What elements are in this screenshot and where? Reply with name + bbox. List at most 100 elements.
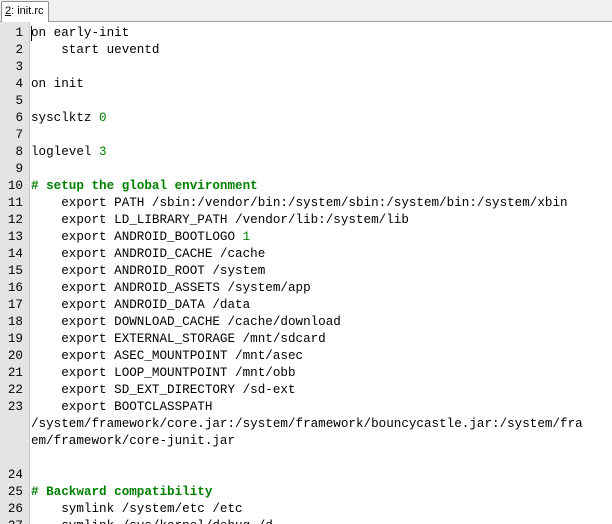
code-line[interactable]: 21 export LOOP_MOUNTPOINT /mnt/obb (0, 365, 612, 382)
code-line[interactable]: 16 export ANDROID_ASSETS /system/app (0, 280, 612, 297)
line-number: 14 (7, 247, 23, 261)
code-line[interactable]: 15 export ANDROID_ROOT /system (0, 263, 612, 280)
code-editor[interactable]: 1 on early-init 2 start ueventd 3 4 on init 5 6… (0, 22, 612, 524)
code-token: export ANDROID_ROOT /system (31, 264, 266, 278)
code-line[interactable]: 23 export BOOTCLASSPATH (0, 399, 612, 416)
line-number: 24 (7, 468, 23, 482)
line-number: 26 (7, 502, 23, 516)
code-token: export ANDROID_DATA /data (31, 298, 251, 312)
line-number: 7 (15, 128, 23, 142)
code-token: loglevel (31, 145, 100, 159)
code-line[interactable]: 4 on init (0, 76, 612, 93)
code-line[interactable]: em/framework/core-junit.jar (0, 433, 612, 450)
tab-label: : init.rc (11, 5, 44, 17)
code-text: export LOOP_MOUNTPOINT /mnt/obb (31, 365, 296, 382)
tab-bar: 2: init.rc (0, 0, 612, 22)
line-number: 22 (7, 383, 23, 397)
code-token: export DOWNLOAD_CACHE /cache/download (31, 315, 341, 329)
code-text: export BOOTCLASSPATH (31, 399, 212, 416)
line-number: 19 (7, 332, 23, 346)
line-number: 10 (7, 179, 23, 193)
line-number: 11 (7, 196, 23, 210)
code-number: 3 (99, 145, 107, 159)
line-number: 1 (15, 26, 23, 40)
code-line[interactable]: 8 loglevel 3 (0, 144, 612, 161)
code-text: export LD_LIBRARY_PATH /vendor/lib:/syst… (31, 212, 409, 229)
line-number: 8 (15, 145, 23, 159)
code-line[interactable]: 7 (0, 127, 612, 144)
line-number: 16 (7, 281, 23, 295)
line-number: 21 (7, 366, 23, 380)
code-token: export LD_LIBRARY_PATH /vendor/lib:/syst… (31, 213, 409, 227)
code-text: # setup the global environment (31, 178, 258, 195)
code-token: export ANDROID_BOOTLOGO (31, 230, 243, 244)
line-number: 20 (7, 349, 23, 363)
line-number: 23 (7, 400, 23, 414)
code-token: /system/framework/core.jar:/system/frame… (31, 417, 583, 431)
line-number: 12 (7, 213, 23, 227)
code-line[interactable]: 17 export ANDROID_DATA /data (0, 297, 612, 314)
code-line[interactable]: 22 export SD_EXT_DIRECTORY /sd-ext (0, 382, 612, 399)
line-number: 5 (15, 94, 23, 108)
code-comment: # setup the global environment (31, 179, 258, 193)
line-number: 27 (0, 518, 23, 524)
code-text: /system/framework/core.jar:/system/frame… (31, 416, 583, 433)
code-token: export SD_EXT_DIRECTORY /sd-ext (31, 383, 296, 397)
line-number: 18 (7, 315, 23, 329)
line-number: 17 (7, 298, 23, 312)
code-text: sysclktz 0 (31, 110, 107, 127)
code-token: export ANDROID_CACHE /cache (31, 247, 266, 261)
code-token: start ueventd (31, 43, 160, 57)
code-lines: 1 on early-init 2 start ueventd 3 4 on init 5 6… (0, 25, 612, 524)
code-line[interactable]: 26 symlink /system/etc /etc (0, 501, 612, 518)
code-line[interactable]: /system/framework/core.jar:/system/frame… (0, 416, 612, 433)
line-number: 2 (15, 43, 23, 57)
code-text: start ueventd (31, 42, 159, 59)
line-number: 3 (15, 60, 23, 74)
code-comment: # Backward compatibility (31, 485, 213, 499)
code-line[interactable]: 24 (0, 467, 612, 484)
code-text: export ANDROID_DATA /data (31, 297, 250, 314)
code-line[interactable]: 18 export DOWNLOAD_CACHE /cache/download (0, 314, 612, 331)
code-token: export LOOP_MOUNTPOINT /mnt/obb (31, 366, 296, 380)
code-token: em/framework/core-junit.jar (31, 434, 236, 448)
code-token: on init (31, 77, 84, 91)
code-token: symlink /system/etc /etc (31, 502, 243, 516)
code-line[interactable]: 9 (0, 161, 612, 178)
code-text: export DOWNLOAD_CACHE /cache/download (31, 314, 341, 331)
code-text: export SD_EXT_DIRECTORY /sd-ext (31, 382, 296, 399)
line-number: 4 (15, 77, 23, 91)
code-text: # Backward compatibility (31, 484, 212, 501)
code-line[interactable]: 19 export EXTERNAL_STORAGE /mnt/sdcard (0, 331, 612, 348)
code-line[interactable]: 13 export ANDROID_BOOTLOGO 1 (0, 229, 612, 246)
line-number: 13 (7, 230, 23, 244)
code-token: export BOOTCLASSPATH (31, 400, 213, 414)
code-token: export EXTERNAL_STORAGE /mnt/sdcard (31, 332, 326, 346)
code-line[interactable]: 5 (0, 93, 612, 110)
code-line[interactable]: 14 export ANDROID_CACHE /cache (0, 246, 612, 263)
code-line[interactable]: 10 # setup the global environment (0, 178, 612, 195)
code-line[interactable]: 12 export LD_LIBRARY_PATH /vendor/lib:/s… (0, 212, 612, 229)
code-text: export PATH /sbin:/vendor/bin:/system/sb… (31, 195, 568, 212)
code-line[interactable]: 25 # Backward compatibility (0, 484, 612, 501)
code-text: export ANDROID_ROOT /system (31, 263, 265, 280)
code-line[interactable]: 6 sysclktz 0 (0, 110, 612, 127)
tab-init-rc[interactable]: 2: init.rc (1, 1, 49, 22)
code-line[interactable] (0, 450, 612, 467)
line-number: 6 (15, 111, 23, 125)
code-text: export ASEC_MOUNTPOINT /mnt/asec (31, 348, 303, 365)
code-line[interactable]: 20 export ASEC_MOUNTPOINT /mnt/asec (0, 348, 612, 365)
code-text: export ANDROID_CACHE /cache (31, 246, 265, 263)
code-line[interactable]: 11 export PATH /sbin:/vendor/bin:/system… (0, 195, 612, 212)
code-line[interactable]: 2 start ueventd (0, 42, 612, 59)
code-line[interactable]: 3 (0, 59, 612, 76)
code-text: loglevel 3 (31, 144, 107, 161)
code-line[interactable]: 27 symlink /sys/kernel/debug /d (0, 518, 612, 524)
text-caret (31, 26, 32, 41)
code-text: symlink /system/etc /etc (31, 501, 243, 518)
code-token: export PATH /sbin:/vendor/bin:/system/sb… (31, 196, 568, 210)
code-line[interactable]: 1 on early-init (0, 25, 612, 42)
code-text: export ANDROID_ASSETS /system/app (31, 280, 310, 297)
code-number: 0 (99, 111, 107, 125)
code-number: 1 (242, 230, 251, 244)
